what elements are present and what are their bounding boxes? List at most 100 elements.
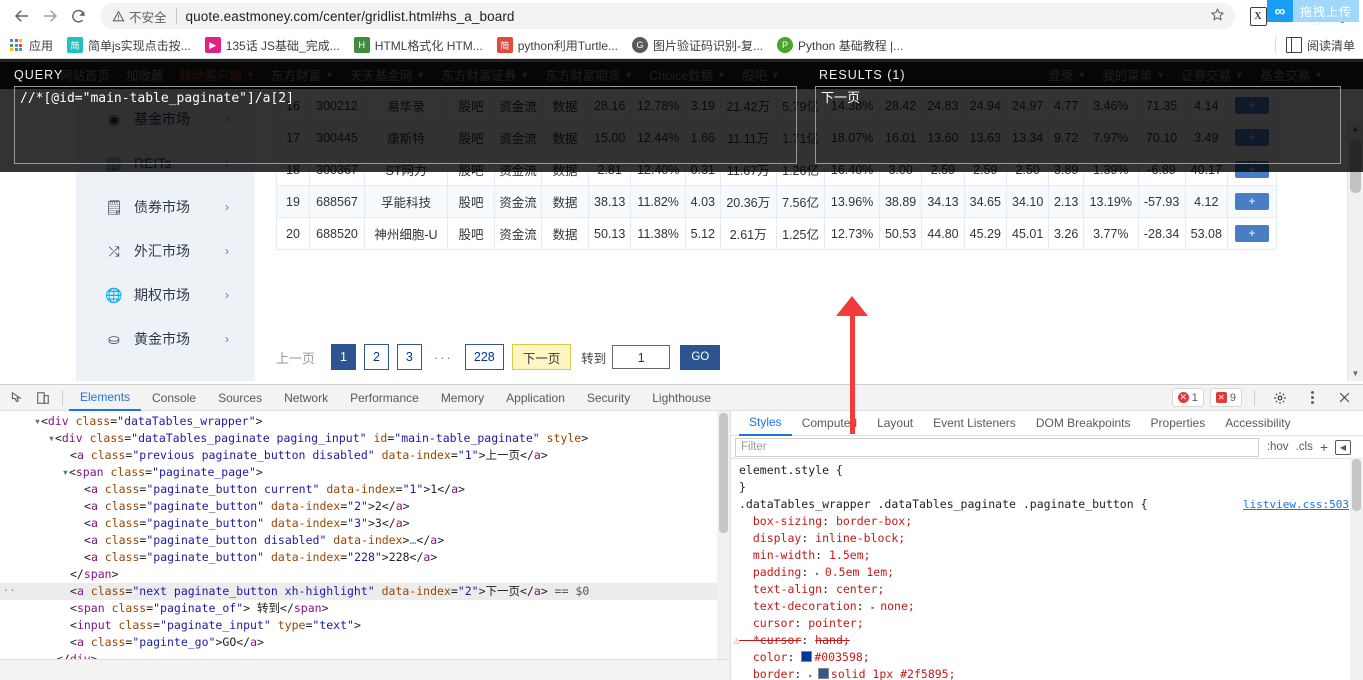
add-to-watchlist-button[interactable]: + (1227, 185, 1277, 218)
expand-shorthand-icon[interactable]: ▸ (808, 671, 818, 680)
bookmark-item[interactable]: 简简单js实现点击按... (67, 37, 191, 54)
bookmark-item[interactable]: 简 python利用Turtle... (496, 37, 618, 54)
css-rule-line[interactable]: color: #003598; (739, 649, 1363, 666)
css-rule-line[interactable]: box-sizing: border-box; (739, 513, 1363, 530)
sidebar-toggle-icon[interactable]: ◀ (1335, 439, 1351, 455)
dom-node-line[interactable]: ▾<div class="dataTables_paginate paging_… (0, 430, 730, 447)
bookmark-apps[interactable]: 应用 (8, 37, 53, 54)
table-row[interactable]: 20 688520 神州细胞-U 股吧 资金流 数据 50.13 11.38% 5.12 2.61… (276, 217, 1277, 250)
tab-performance[interactable]: Performance (339, 386, 430, 410)
tab-network[interactable]: Network (273, 386, 339, 410)
expand-triangle-icon[interactable]: ▾ (48, 431, 55, 445)
tab-lighthouse[interactable]: Lighthouse (641, 386, 722, 410)
dom-node-line[interactable]: <a class="previous paginate_button disab… (0, 447, 730, 464)
pagination-next[interactable]: 下一页 (511, 344, 572, 370)
css-rule-line[interactable]: } (739, 479, 1363, 496)
new-style-rule-button[interactable]: + (1320, 439, 1328, 455)
css-rule-line[interactable]: display: inline-block; (739, 530, 1363, 547)
pagination-page-last[interactable]: 228 (464, 344, 504, 370)
dom-scroll-thumb[interactable] (719, 413, 728, 533)
css-rule-line[interactable]: min-width: 1.5em; (739, 547, 1363, 564)
xpath-query-input[interactable]: //*[@id="main-table_paginate"]/a[2] (14, 86, 797, 164)
reading-list-button[interactable]: 阅读清单 (1274, 37, 1355, 54)
tab-layout[interactable]: Layout (867, 412, 923, 435)
tab-dom-breakpoints[interactable]: DOM Breakpoints (1026, 412, 1141, 435)
dom-node-line[interactable]: <a class="paginate_button" data-index="3… (0, 515, 730, 532)
drag-upload-badge[interactable]: ∞ 拖拽上传 (1266, 0, 1359, 22)
table-row[interactable]: 19 688567 孚能科技 股吧 资金流 数据 38.13 11.82% 4.03 20.36万… (276, 185, 1277, 218)
bookmark-item[interactable]: ▶ 135话 JS基础_完成... (204, 37, 340, 54)
styles-filter-input[interactable]: Filter (735, 437, 1259, 457)
css-rule-line[interactable]: ⚠ *cursor: hand; (733, 632, 1363, 649)
tab-event-listeners[interactable]: Event Listeners (923, 412, 1026, 435)
kebab-menu-icon[interactable] (1299, 386, 1325, 410)
forward-arrow-icon[interactable] (36, 2, 64, 30)
sidebar-item-options[interactable]: 🌐 期权市场 › (76, 273, 255, 317)
pagination-goto-input[interactable]: 1 (612, 345, 671, 369)
color-swatch[interactable] (817, 668, 829, 679)
gear-icon[interactable] (1267, 386, 1293, 410)
cls-toggle[interactable]: .cls (1296, 441, 1313, 453)
pagination-page-3[interactable]: 3 (396, 344, 422, 370)
css-source-link[interactable]: listview.css:503 (1243, 496, 1349, 513)
expand-triangle-icon[interactable]: ▾ (34, 414, 41, 428)
address-bar[interactable]: 不安全 quote.eastmoney.com/center/gridlist.… (100, 3, 1235, 29)
styles-scrollbar[interactable]: ▲ (1350, 457, 1363, 680)
dom-scrollbar[interactable]: ▲ ▼ (717, 411, 730, 680)
dom-node-line[interactable]: </span> (0, 566, 730, 583)
tab-sources[interactable]: Sources (207, 386, 273, 410)
tab-properties[interactable]: Properties (1141, 412, 1216, 435)
tab-computed[interactable]: Computed (792, 412, 867, 435)
pagination-page-1[interactable]: 1 (331, 344, 356, 370)
sidebar-item-bond[interactable]: 🗒 债券市场 › (76, 185, 255, 229)
tab-application[interactable]: Application (495, 386, 576, 410)
tab-security[interactable]: Security (576, 386, 641, 410)
elements-dom-tree[interactable]: ▾<div class="dataTables_wrapper"> ▾<div c… (0, 411, 731, 680)
expand-shorthand-icon[interactable]: ▸ (871, 603, 881, 612)
tab-elements[interactable]: Elements (69, 385, 142, 411)
tab-memory[interactable]: Memory (430, 386, 495, 410)
hov-toggle[interactable]: :hov (1267, 441, 1289, 453)
error-count-badge[interactable]: ✕ 1 (1171, 388, 1204, 407)
css-rule-line[interactable]: element.style { (739, 462, 1363, 479)
bookmark-item[interactable]: P Python 基础教程 |... (777, 37, 903, 54)
tab-styles[interactable]: Styles (739, 411, 792, 436)
device-toolbar-icon[interactable] (30, 386, 56, 410)
color-swatch[interactable] (801, 651, 813, 662)
tab-console[interactable]: Console (141, 386, 207, 410)
css-rule-line[interactable]: .dataTables_wrapper .dataTables_paginate… (739, 496, 1363, 513)
dom-node-line[interactable]: <a class="paginate_button" data-index="2… (0, 498, 730, 515)
close-icon[interactable] (1331, 386, 1357, 410)
inspect-element-icon[interactable] (4, 386, 30, 410)
styles-scroll-thumb[interactable] (1352, 459, 1361, 511)
sidebar-item-gold[interactable]: ⛀ 黄金市场 › (76, 317, 255, 361)
warning-count-badge[interactable]: ✕ 9 (1209, 388, 1242, 407)
dom-node-line[interactable]: <a class="paginate_button current" data-… (0, 481, 730, 498)
dom-node-line[interactable]: <a class="paginte_go">GO</a> (0, 634, 730, 651)
dom-node-line[interactable]: <input class="paginate_input" type="text… (0, 617, 730, 634)
pagination-page-2[interactable]: 2 (363, 344, 389, 370)
bookmark-item[interactable]: H HTML格式化 HTM... (353, 37, 483, 54)
dom-more-icon[interactable]: ··· (0, 583, 16, 600)
scroll-down-arrow-icon[interactable]: ▼ (1348, 366, 1363, 381)
dom-node-line[interactable]: <a class="paginate_button" data-index="2… (0, 549, 730, 566)
dom-node-line[interactable]: ···<a class="next paginate_button xh-hig… (0, 583, 730, 600)
pagination-prev[interactable]: 上一页 (276, 348, 315, 367)
dom-node-line[interactable]: <a class="paginate_button disabled" data… (0, 532, 730, 549)
css-rule-line[interactable]: padding: ▸ 0.5em 1em; (739, 564, 1363, 581)
sidebar-item-forex[interactable]: ⤮ 外汇市场 › (76, 229, 255, 273)
bookmark-star-icon[interactable] (1210, 7, 1225, 25)
dom-node-line[interactable]: ▾<span class="paginate_page"> (0, 464, 730, 481)
back-arrow-icon[interactable] (8, 2, 36, 30)
dom-node-line[interactable]: ▾<div class="dataTables_wrapper"> (0, 413, 730, 430)
pagination-go-button[interactable]: GO (680, 344, 721, 370)
expand-shorthand-icon[interactable]: ▸ (815, 569, 825, 578)
css-rule-line[interactable]: text-align: center; (739, 581, 1363, 598)
bookmark-item[interactable]: G 图片验证码识别-复... (632, 37, 763, 54)
css-rule-line[interactable]: text-decoration: ▸ none; (739, 598, 1363, 615)
security-warning[interactable]: 不安全 (112, 7, 167, 26)
dom-node-line[interactable]: <span class="paginate_of"> 转到</span> (0, 600, 730, 617)
add-to-watchlist-button[interactable]: + (1227, 217, 1277, 250)
reload-icon[interactable] (64, 2, 92, 30)
css-rule-line[interactable]: cursor: pointer; (739, 615, 1363, 632)
